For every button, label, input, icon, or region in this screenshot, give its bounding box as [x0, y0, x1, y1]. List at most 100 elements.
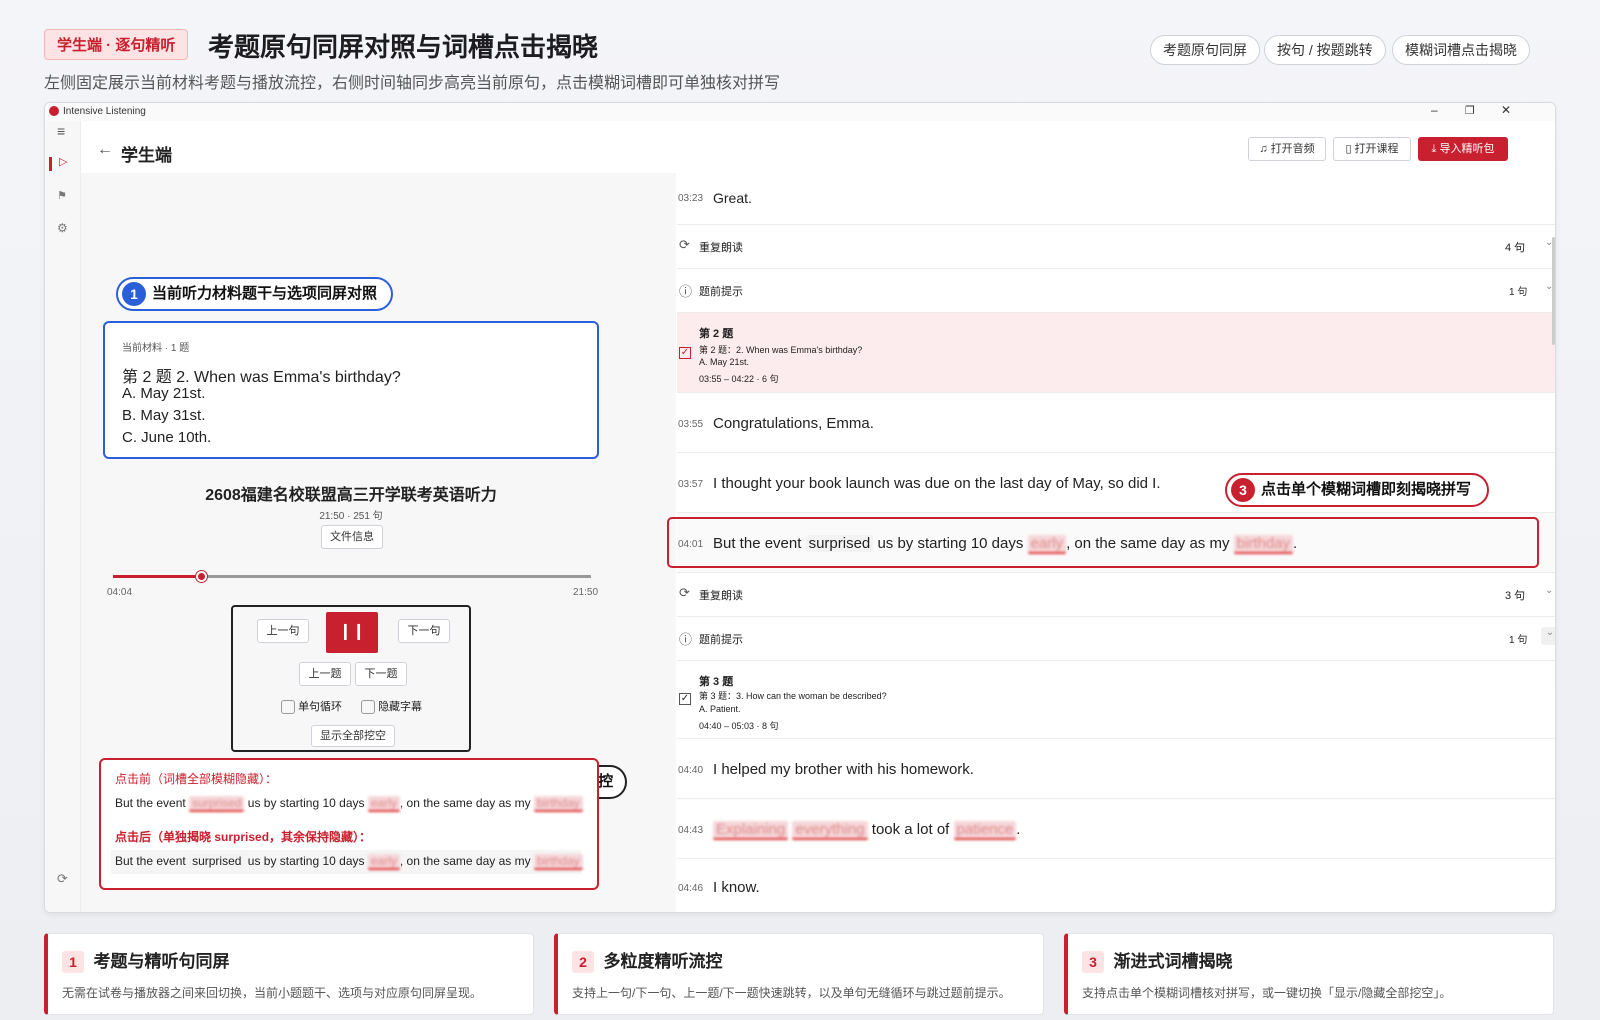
minimize-icon[interactable]: –	[1431, 103, 1438, 117]
mode-tag: 学生端 · 逐句精听	[44, 29, 189, 60]
current-sentence-row[interactable]: 04:01 But the event surprised us by star…	[667, 513, 1555, 573]
current-time: 04:04	[107, 587, 133, 598]
next-sentence-button[interactable]: 下一句	[398, 619, 450, 643]
import-pack-button[interactable]: ⤓ 导入精听包	[1418, 137, 1508, 161]
blur-slot[interactable]: surprised	[189, 796, 245, 812]
hint-section[interactable]: ⓘ 题前提示 1 句 ⌄	[677, 269, 1555, 313]
window-page-title: 学生端	[121, 146, 172, 165]
sentence-row[interactable]: 04:46 I know.	[677, 859, 1555, 912]
blur-slot[interactable]: early	[367, 796, 400, 812]
sentence-row[interactable]: 04:40 I helped my brother with his homew…	[677, 739, 1555, 799]
hide-subtitle-checkbox[interactable]: 隐藏字幕	[361, 698, 422, 715]
info-icon: ⓘ	[679, 284, 693, 299]
pill-jump[interactable]: 按句 / 按题跳转	[1264, 35, 1386, 65]
page-heading: 考题原句同屏对照与词槽点击揭晓	[208, 32, 599, 62]
hide-subtitle-check-box[interactable]	[361, 700, 375, 715]
repeat-icon: ⟳	[679, 585, 690, 600]
material-meta: 21:50 · 251 句	[319, 511, 383, 522]
app-name: Intensive Listening	[63, 106, 146, 117]
after-label: 点击后（单独揭晓 surprised，其余保持隐藏）：	[115, 830, 372, 844]
file-info-button[interactable]: 文件信息	[321, 525, 383, 549]
music-icon: ♫	[1259, 143, 1271, 155]
before-label: 点击前（词槽全部模糊隐藏）：	[115, 772, 278, 786]
playback-controls: 上一句 ❙❙ 下一句 上一题 下一题 单句循环 隐藏字幕 显示全部挖空	[231, 605, 471, 752]
question-stem: 第 2 题 2. When was Emma's birthday?	[122, 369, 401, 386]
question-card-meta: 当前材料 · 1 题	[122, 343, 190, 354]
progress-thumb[interactable]	[196, 571, 208, 582]
page: 学生端 · 逐句精听 考题原句同屏对照与词槽点击揭晓 左侧固定展示当前材料考题与…	[0, 0, 1600, 1020]
sentence-row[interactable]: 04:43 Explaining everything took a lot o…	[677, 799, 1555, 859]
material-title: 2608福建名校联盟高三开学联考英语听力	[205, 487, 497, 504]
blur-slot[interactable]: birthday	[533, 854, 583, 870]
settings-icon[interactable]: ⚙	[57, 221, 68, 235]
menu-icon[interactable]: ≡	[57, 123, 65, 139]
show-all-blanks-button[interactable]: 显示全部挖空	[311, 725, 395, 747]
repeat-section[interactable]: ⟳ 重复朗读 3 句 ⌄	[677, 573, 1555, 617]
course-nav-icon[interactable]: ⚑	[57, 189, 67, 202]
nav-rail: ≡ ▷ ⚑ ⚙ ⟳	[45, 121, 81, 912]
titlebar: Intensive Listening – ❐ ✕	[45, 103, 1555, 121]
hint-section[interactable]: ⓘ 题前提示 1 句 ⌄	[677, 617, 1555, 661]
prev-question-button[interactable]: 上一题	[299, 662, 351, 686]
feature-desc: 支持上一句/下一句、上一题/下一题快速跳转，以及单句无缝循环与跳过题前提示。	[572, 986, 1011, 1000]
blur-slot[interactable]: birthday	[1233, 535, 1294, 554]
page-subtitle: 左侧固定展示当前材料考题与播放流控，右侧时间轴同步高亮当前原句，点击模糊词槽即可…	[44, 75, 781, 92]
maximize-icon[interactable]: ❐	[1465, 104, 1475, 117]
blur-slot[interactable]: early	[367, 854, 400, 870]
reveal-demo: 点击前（词槽全部模糊隐藏）： But the event surprised u…	[99, 758, 599, 890]
close-icon[interactable]: ✕	[1501, 103, 1511, 117]
revealed-slot[interactable]: surprised	[189, 854, 245, 868]
pill-same-screen[interactable]: 考题原句同屏	[1150, 35, 1260, 65]
loop-check-box[interactable]	[281, 700, 295, 715]
option-a: A. May 21st.	[122, 385, 206, 402]
scrollbar[interactable]	[1552, 237, 1555, 345]
timeline: 03:23 Great. ⟳ 重复朗读 4 句 ⌄ ⓘ 题前提示 1 句 ⌄ ✓…	[667, 187, 1555, 912]
progress-fill	[113, 575, 203, 578]
feature-card-3: 3 渐进式词槽揭晓 支持点击单个模糊词槽核对拼写，或一键切换「显示/隐藏全部挖空…	[1064, 933, 1554, 1015]
repeat-section[interactable]: ⟳ 重复朗读 4 句 ⌄	[677, 225, 1555, 269]
chevron-down-icon: ⌄	[1541, 627, 1555, 645]
open-audio-button[interactable]: ♫ 打开音频	[1248, 137, 1326, 161]
sentence-row[interactable]: 03:23 Great.	[677, 187, 1555, 225]
question-2-block[interactable]: ✓ 第 2 题 第 2 题：2. When was Emma's birthda…	[677, 313, 1555, 393]
blur-slot[interactable]: Explaining	[713, 821, 789, 840]
next-question-button[interactable]: 下一题	[355, 662, 407, 686]
pause-button[interactable]: ❙❙	[326, 612, 378, 653]
revealed-slot[interactable]: surprised	[805, 535, 874, 552]
option-c: C. June 10th.	[122, 429, 212, 446]
blur-slot[interactable]: birthday	[533, 796, 583, 812]
sync-icon[interactable]: ⟳	[57, 871, 68, 887]
open-course-button[interactable]: ▯ 打开课程	[1333, 137, 1411, 161]
blur-slot[interactable]: early	[1027, 535, 1067, 554]
pill-reveal[interactable]: 模糊词槽点击揭晓	[1392, 35, 1530, 65]
feature-card-2: 2 多粒度精听流控 支持上一句/下一句、上一题/下一题快速跳转，以及单句无缝循环…	[554, 933, 1044, 1015]
left-panel: 1 当前听力材料题干与选项同屏对照 当前材料 · 1 题 第 2 题 2. Whe…	[81, 173, 676, 912]
active-indicator	[49, 157, 52, 171]
progress-track[interactable]	[113, 575, 591, 578]
blur-slot[interactable]: everything	[792, 821, 868, 840]
app-window: Intensive Listening – ❐ ✕ ≡ ▷ ⚑ ⚙ ⟳ ← 学生…	[44, 102, 1556, 913]
before-sentence: But the event surprised us by starting 1…	[115, 796, 583, 812]
question-3-block[interactable]: ✓ 第 3 题 第 3 题：3. How can the woman be de…	[677, 661, 1555, 739]
option-b: B. May 31st.	[122, 407, 206, 424]
loop-checkbox[interactable]: 单句循环	[281, 698, 342, 715]
play-nav-icon[interactable]: ▷	[59, 155, 67, 168]
prev-sentence-button[interactable]: 上一句	[257, 619, 309, 643]
sentence-row[interactable]: 03:55 Congratulations, Emma.	[677, 393, 1555, 453]
back-arrow-icon[interactable]: ←	[97, 141, 113, 159]
info-icon: ⓘ	[679, 632, 693, 647]
after-sentence: But the event surprised us by starting 1…	[111, 850, 583, 874]
feature-desc: 无需在试卷与播放器之间来回切换，当前小题题干、选项与对应原句同屏呈现。	[62, 986, 483, 1000]
checkbox-icon: ✓	[679, 347, 691, 359]
chevron-down-icon: ⌄	[1545, 585, 1554, 596]
question-card: 当前材料 · 1 题 第 2 题 2. When was Emma's birt…	[103, 321, 599, 459]
callout-3: 3 点击单个模糊词槽即刻揭晓拼写	[1225, 473, 1490, 507]
repeat-icon: ⟳	[679, 237, 690, 252]
total-time: 21:50	[573, 587, 599, 598]
callout-1: 1 当前听力材料题干与选项同屏对照	[116, 277, 394, 311]
blur-slot[interactable]: patience	[953, 821, 1017, 840]
feature-desc: 支持点击单个模糊词槽核对拼写，或一键切换「显示/隐藏全部挖空」。	[1082, 986, 1452, 1000]
pause-icon: ❙❙	[338, 623, 366, 640]
checkbox-icon: ✓	[679, 693, 691, 705]
feature-card-1: 1 考题与精听句同屏 无需在试卷与播放器之间来回切换，当前小题题干、选项与对应原…	[44, 933, 534, 1015]
